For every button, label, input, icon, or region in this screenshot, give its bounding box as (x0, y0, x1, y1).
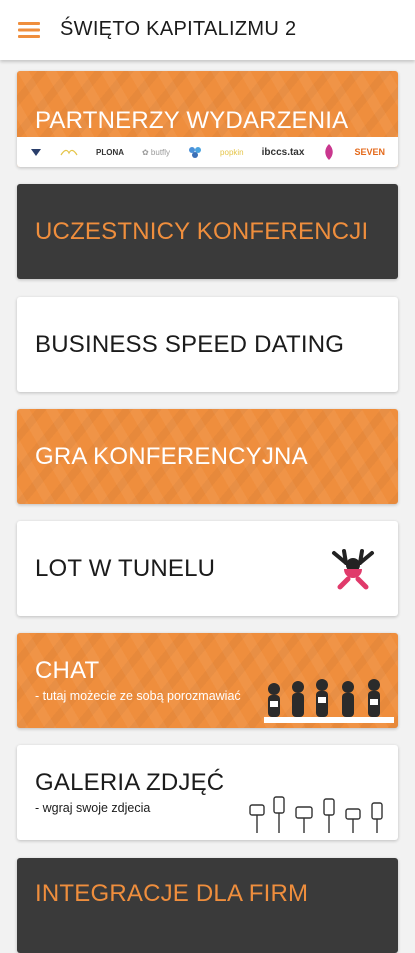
partner-logo-popkin: popkin (220, 147, 244, 157)
partner-logo-nedrzalek (60, 147, 78, 157)
partner-logo-strip: PLONA ✿ butfly popkin ibccs.tax SEVEN (17, 137, 398, 167)
partner-logo-butterfly: ✿ butfly (142, 147, 171, 157)
tile-label: UCZESTNICY KONFERENCJI (35, 218, 369, 245)
tile-label: CHAT (35, 657, 100, 684)
partner-logo-lotus (322, 143, 336, 161)
app-bar: ŚWIĘTO KAPITALIZMU 2 (0, 0, 415, 60)
tile-subtitle: - tutaj możecie ze sobą porozmawiać (35, 689, 241, 703)
hamburger-menu-icon[interactable] (14, 16, 44, 44)
people-illustration (264, 675, 394, 728)
tile-label: BUSINESS SPEED DATING (35, 331, 345, 358)
tile-label: INTEGRACJE DLA FIRM (35, 880, 309, 907)
tile-integracje-dla-firm[interactable]: INTEGRACJE DLA FIRM (17, 858, 398, 953)
partner-logo-ibccs: ibccs.tax (261, 146, 305, 158)
tile-uczestnicy-konferencji[interactable]: UCZESTNICY KONFERENCJI (17, 184, 398, 279)
tile-subtitle: - wgraj swoje zdjecia (35, 801, 151, 815)
tile-partnerzy-wydarzenia[interactable]: PARTNERZY WYDARZENIA PLONA ✿ butfly popk… (17, 71, 398, 167)
partner-logo-kuk (188, 146, 202, 158)
camera-hands-illustration (244, 787, 394, 840)
tile-label: PARTNERZY WYDARZENIA (35, 107, 349, 134)
tile-business-speed-dating[interactable]: BUSINESS SPEED DATING (17, 297, 398, 392)
tile-gra-konferencyjna[interactable]: GRA KONFERENCYJNA (17, 409, 398, 504)
partner-logo-plona: PLONA (96, 147, 124, 157)
partner-logo-eyeshield (30, 147, 42, 157)
tile-galeria-zdjec[interactable]: GALERIA ZDJĘĆ - wgraj swoje zdjecia (17, 745, 398, 840)
tile-label: LOT W TUNELU (35, 555, 216, 582)
partner-logo-seven: SEVEN (354, 147, 385, 157)
tile-label: GALERIA ZDJĘĆ (35, 769, 225, 796)
tile-lot-w-tunelu[interactable]: LOT W TUNELU (17, 521, 398, 616)
tile-label: GRA KONFERENCYJNA (35, 443, 308, 470)
page-title: ŚWIĘTO KAPITALIZMU 2 (60, 18, 297, 40)
skydiver-icon (330, 545, 376, 596)
tile-chat[interactable]: CHAT - tutaj możecie ze sobą porozmawiać (17, 633, 398, 728)
